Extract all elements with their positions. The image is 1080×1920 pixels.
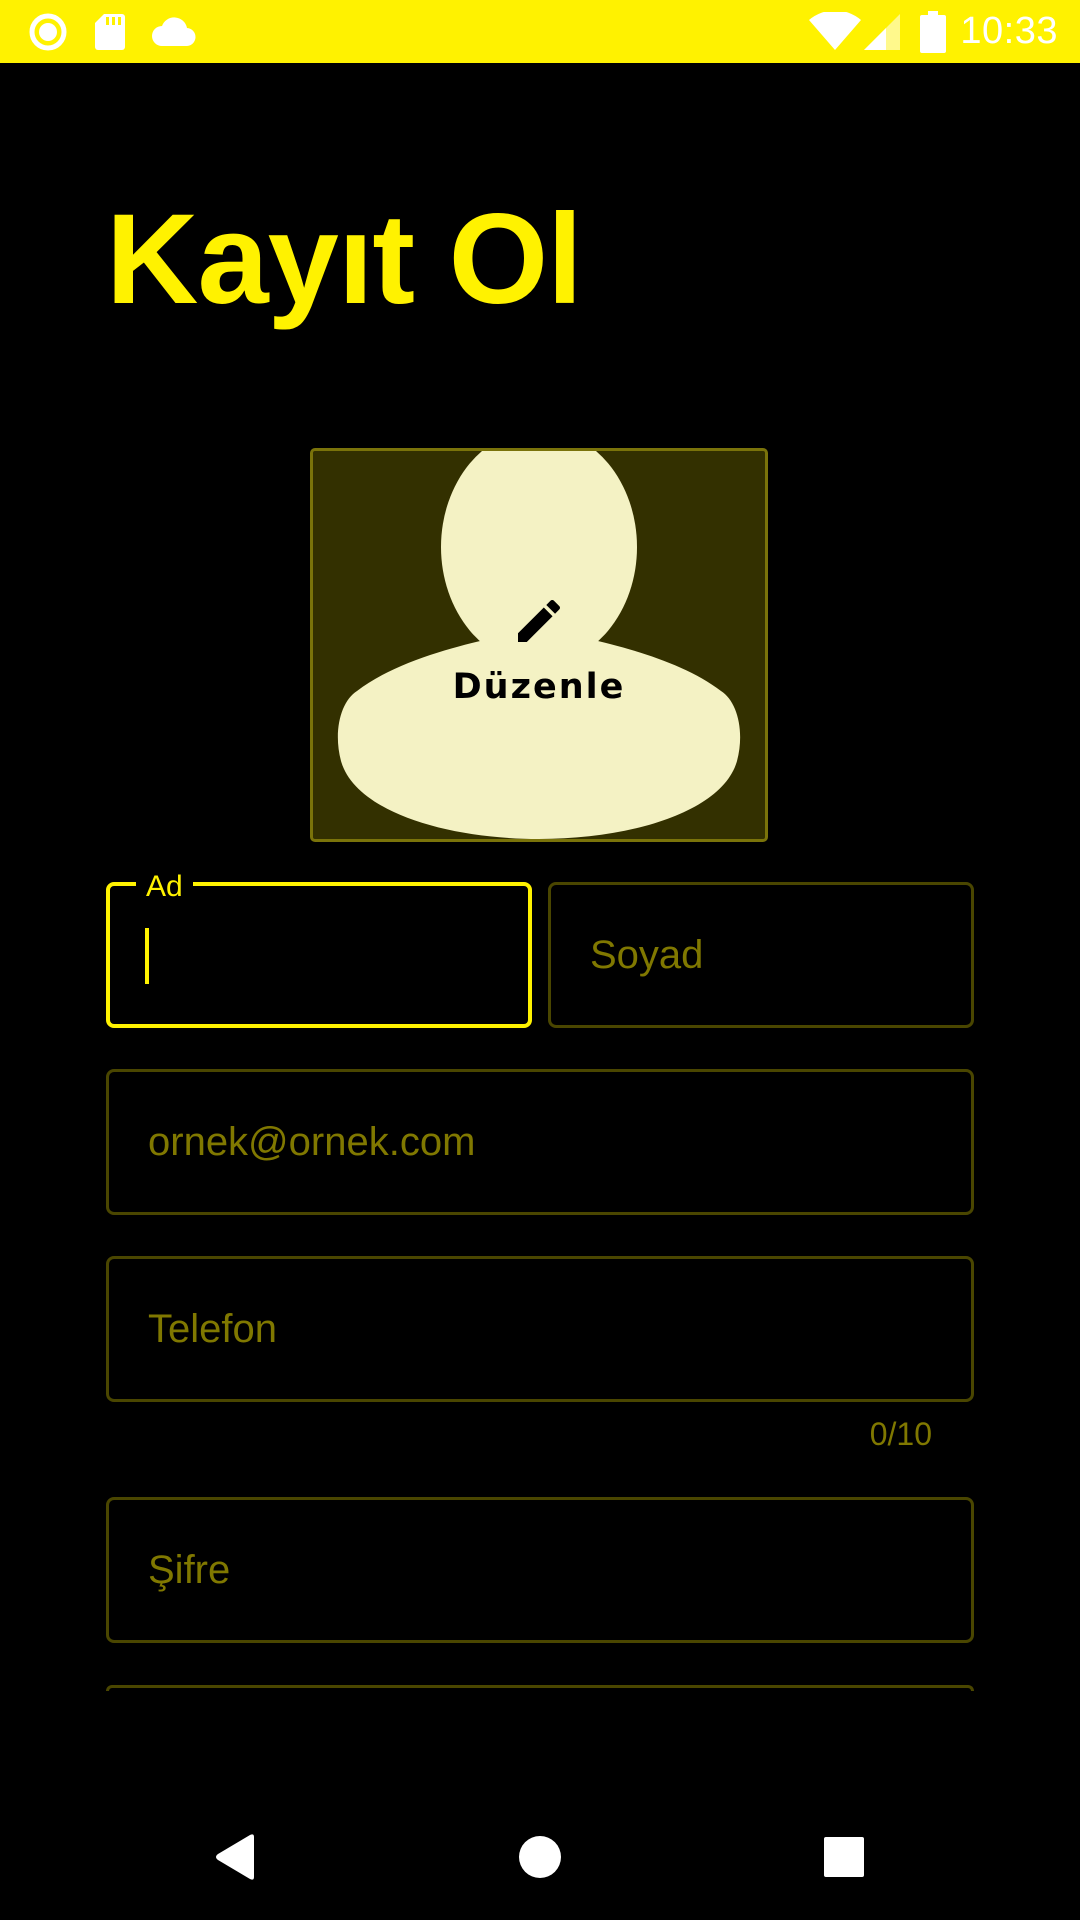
email-placeholder: ornek@ornek.com	[148, 1119, 476, 1164]
home-icon	[519, 1836, 561, 1878]
phone-placeholder: Telefon	[148, 1306, 277, 1351]
edit-label: Düzenle	[452, 667, 626, 707]
password-placeholder: Şifre	[148, 1547, 231, 1592]
navigation-bar	[0, 1794, 1080, 1920]
phone-char-counter: 0/10	[869, 1416, 932, 1452]
wifi-icon	[808, 0, 862, 63]
battery-icon	[920, 0, 946, 63]
avatar-picker[interactable]: Düzenle	[310, 448, 768, 842]
status-time: 10:33	[960, 10, 1058, 52]
pencil-icon	[518, 599, 561, 642]
back-button[interactable]	[176, 1794, 296, 1920]
first-name-label: Ad	[136, 868, 193, 906]
recents-icon	[824, 1837, 864, 1877]
phone-field[interactable]: Telefon	[106, 1256, 974, 1402]
status-bar: 10:33	[0, 0, 1080, 63]
back-icon	[216, 1834, 254, 1880]
home-button[interactable]	[480, 1794, 600, 1920]
page-title: Kayıt Ol	[106, 188, 583, 331]
text-cursor	[145, 928, 149, 984]
email-field[interactable]: ornek@ornek.com	[106, 1069, 974, 1215]
edit-overlay[interactable]: Düzenle	[313, 451, 765, 839]
next-field-partial[interactable]	[106, 1685, 974, 1691]
record-icon	[28, 0, 68, 63]
recents-button[interactable]	[784, 1794, 904, 1920]
sd-card-icon	[94, 0, 126, 63]
last-name-placeholder: Soyad	[590, 932, 704, 977]
cloud-icon	[150, 0, 196, 63]
password-field[interactable]: Şifre	[106, 1497, 974, 1643]
last-name-field[interactable]: Soyad	[548, 882, 974, 1028]
cell-signal-icon	[862, 0, 902, 63]
